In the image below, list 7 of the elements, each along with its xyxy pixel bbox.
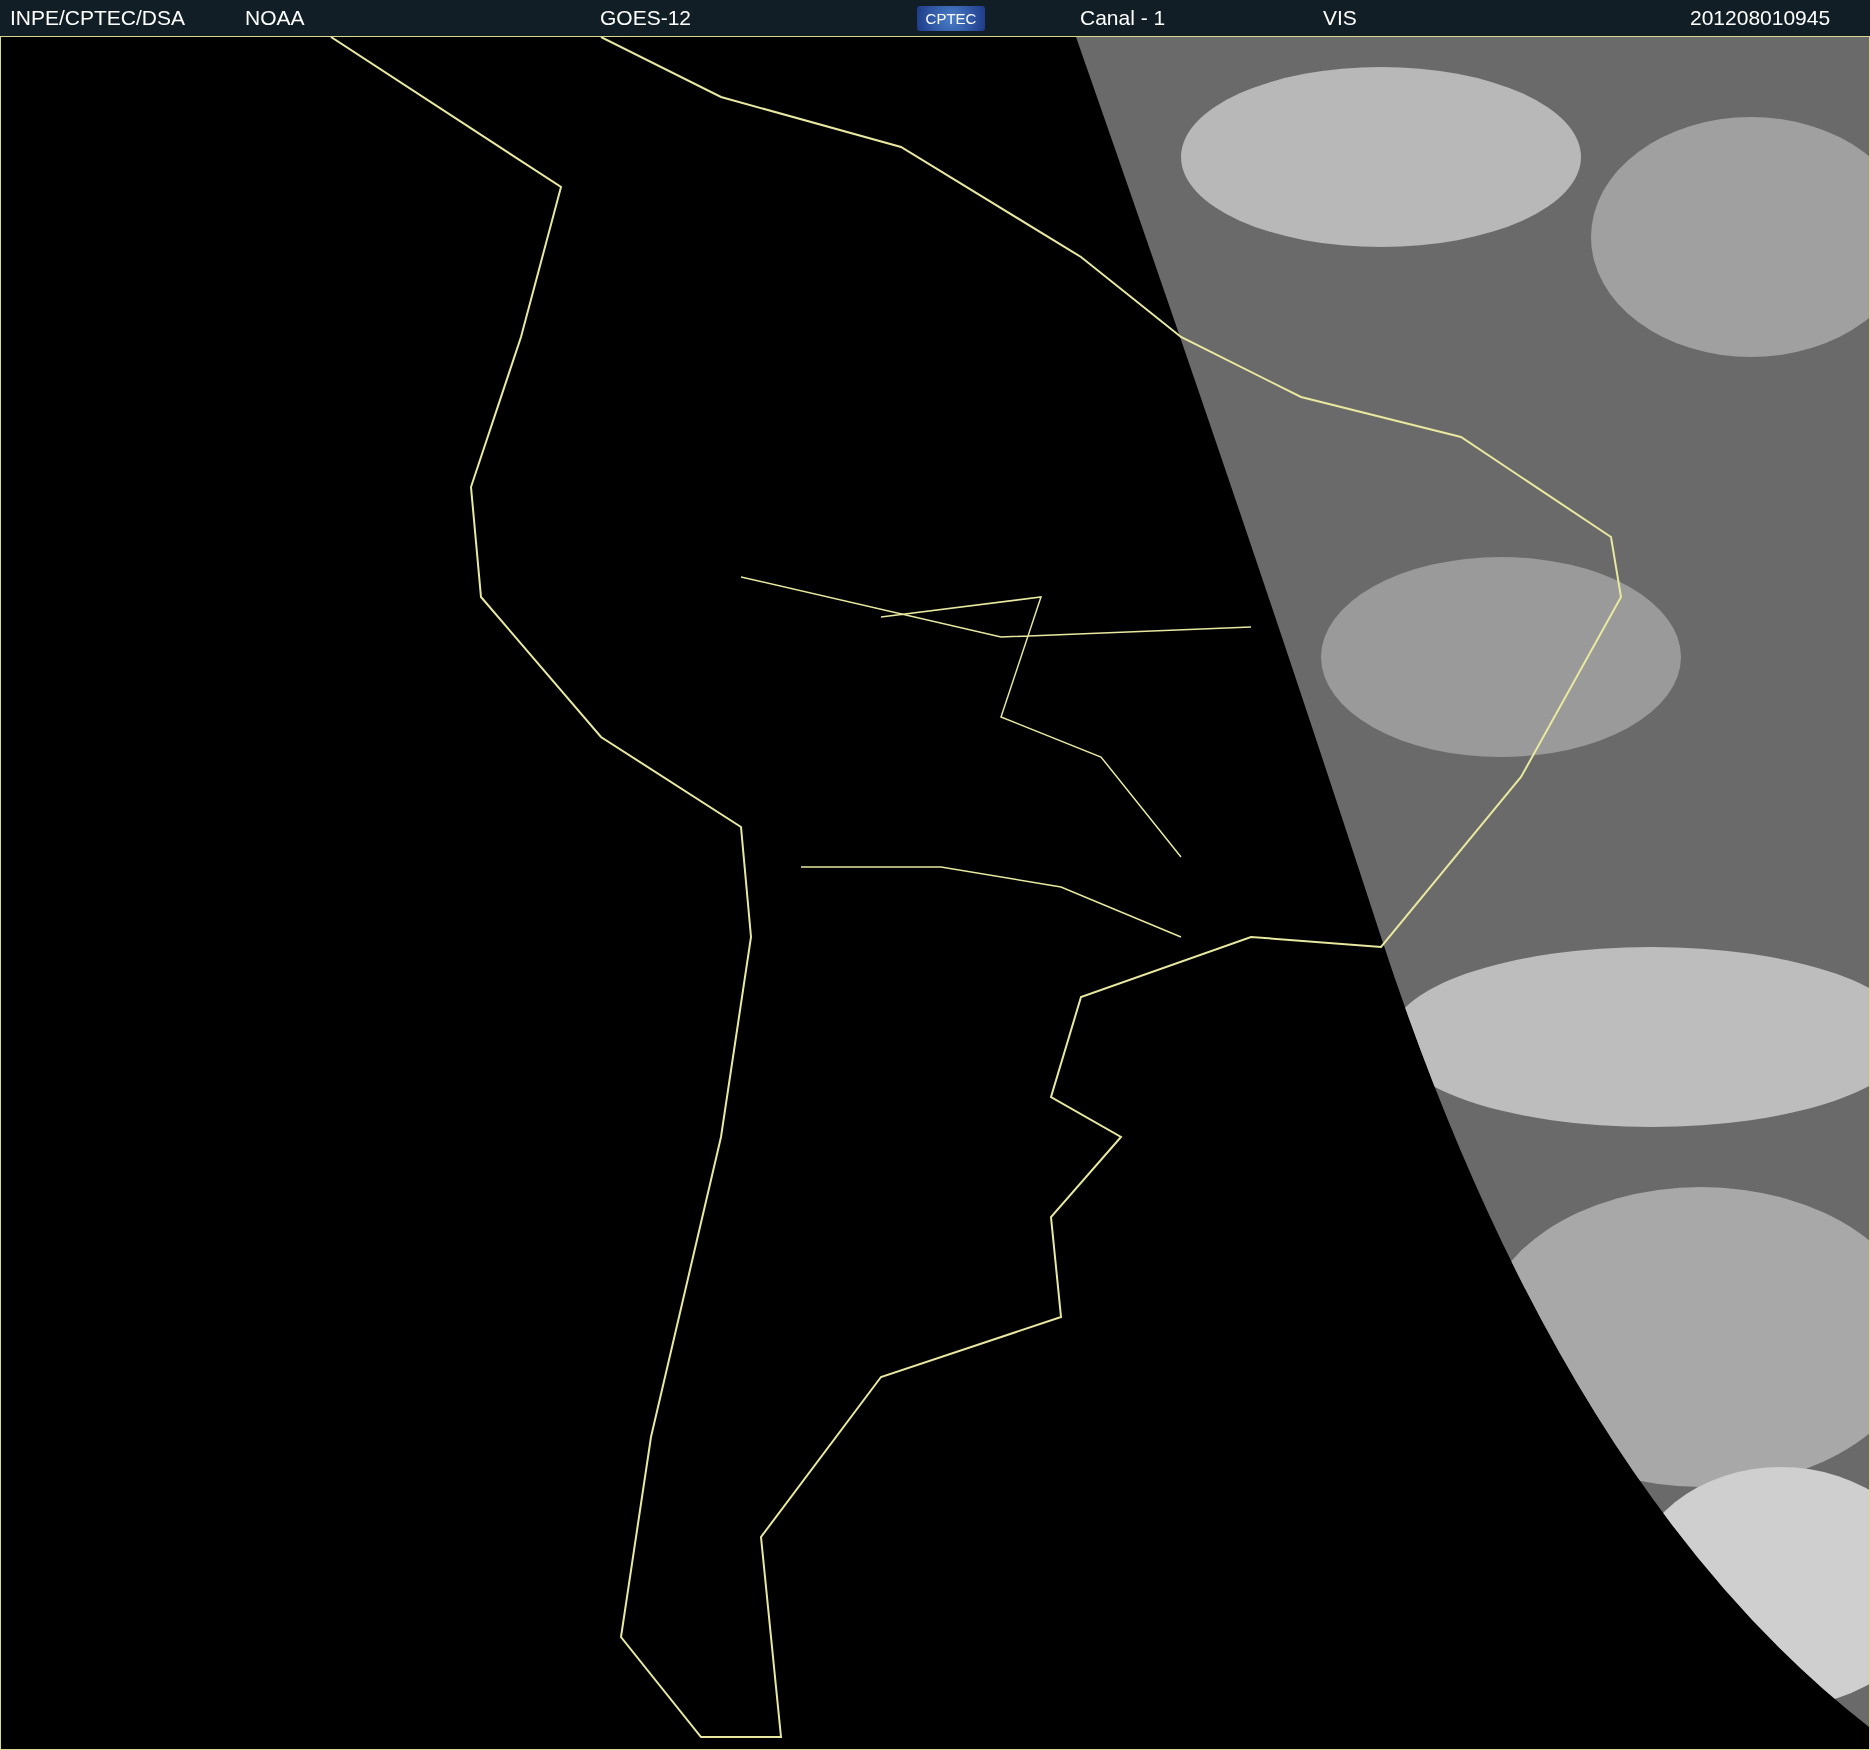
band-label: VIS <box>1323 6 1357 30</box>
timestamp-label: 201208010945 <box>1690 6 1831 30</box>
logo: CPTEC <box>917 5 985 31</box>
satellite-label: GOES-12 <box>600 6 692 30</box>
channel-label: Canal - 1 <box>1080 6 1166 30</box>
institution-label: INPE/CPTEC/DSA <box>9 6 186 30</box>
agency-label: NOAA <box>245 6 305 30</box>
